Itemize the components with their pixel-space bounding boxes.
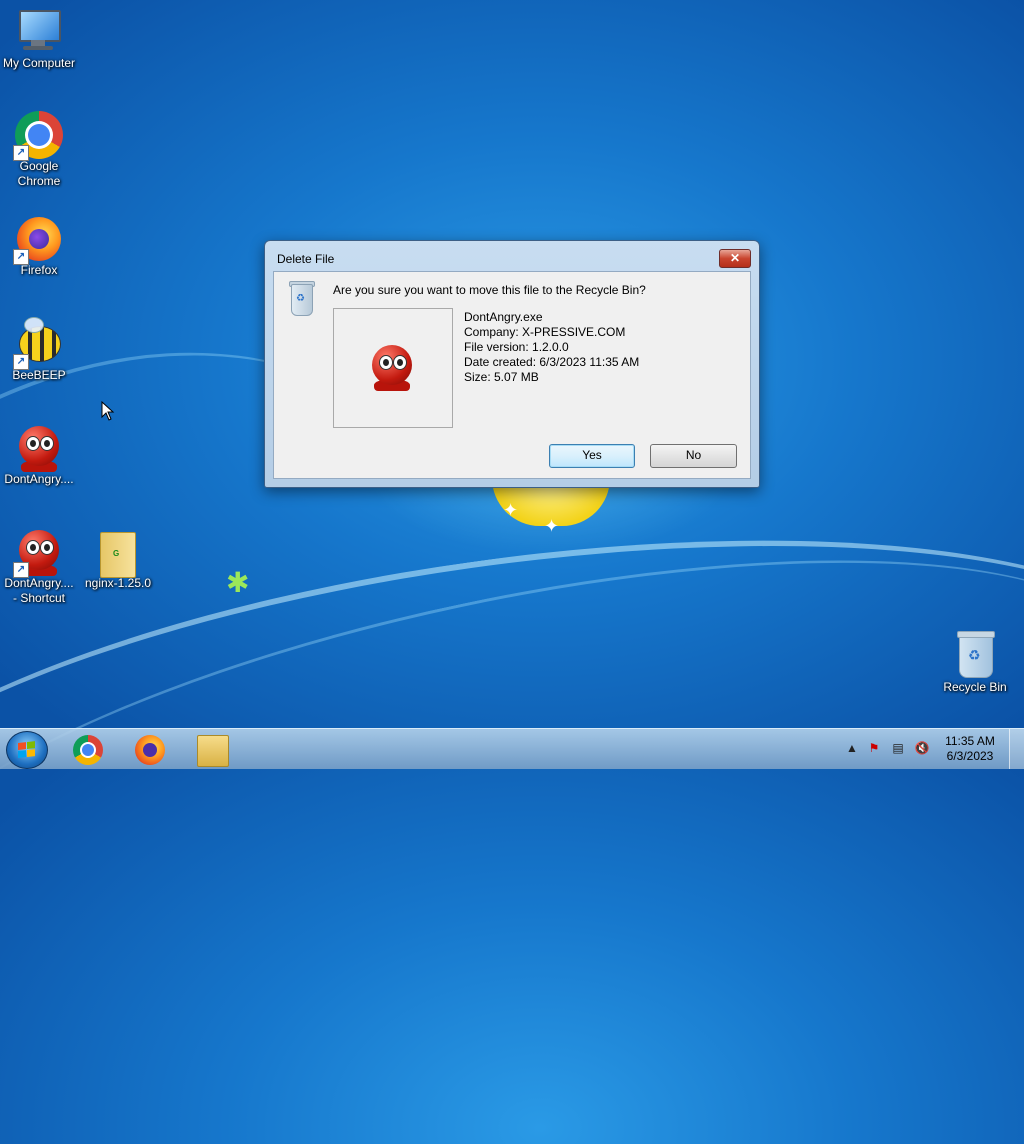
file-info: DontAngry.exe Company: X-PRESSIVE.COM Fi…: [464, 310, 639, 385]
shortcut-arrow-icon: ↗: [13, 354, 29, 370]
file-name: DontAngry.exe: [464, 310, 543, 324]
no-button[interactable]: No: [650, 444, 737, 468]
chrome-icon: [73, 735, 103, 765]
shortcut-arrow-icon: ↗: [13, 145, 29, 161]
desktop-icon-label: Google Chrome: [17, 159, 61, 188]
desktop-icon-label: BeeBEEP: [12, 368, 66, 382]
windows-logo-icon: [18, 741, 36, 759]
confirmation-question: Are you sure you want to move this file …: [333, 283, 646, 297]
taskbar-explorer[interactable]: [188, 733, 236, 767]
desktop-icon-label: Recycle Bin: [943, 680, 1007, 694]
desktop-icon-google-chrome[interactable]: ↗ Google Chrome: [1, 111, 77, 189]
wallpaper-sparkle: ✦: [544, 516, 560, 536]
volume-muted-icon[interactable]: 🔇: [914, 739, 930, 757]
dontangry-icon: [372, 345, 412, 391]
dontangry-icon: [15, 424, 63, 472]
firefox-icon: [135, 735, 165, 765]
desktop-icon-label: DontAngry.... - Shortcut: [4, 576, 74, 605]
network-icon[interactable]: ▤: [890, 739, 906, 757]
wallpaper-sparkle: ✦: [503, 500, 519, 520]
file-company: Company: X-PRESSIVE.COM: [464, 325, 626, 339]
yes-button[interactable]: Yes: [549, 444, 635, 468]
desktop-icon-dontangry[interactable]: DontAngry....: [1, 424, 77, 487]
taskbar-firefox[interactable]: [126, 733, 174, 765]
desktop-icon-label: nginx-1.25.0: [84, 576, 152, 590]
file-version: File version: 1.2.0.0: [464, 340, 569, 354]
desktop-icon-beebeep[interactable]: ↗ BeeBEEP: [1, 317, 77, 383]
shortcut-arrow-icon: ↗: [13, 249, 29, 265]
chrome-icon: ↗: [13, 111, 63, 161]
desktop-icon-nginx-folder[interactable]: nginx-1.25.0: [80, 528, 156, 591]
recycle-bin-icon: [951, 631, 999, 680]
computer-icon: [15, 8, 63, 56]
folder-icon: [94, 528, 142, 578]
dontangry-icon: ↗: [13, 528, 63, 578]
dialog-title: Delete File: [277, 252, 335, 266]
desktop-icon-label: Firefox: [20, 263, 58, 277]
taskbar: ▲ ⚑ ▤ 🔇 11:35 AM 6/3/2023: [0, 728, 1024, 769]
recycle-bin-icon: [288, 280, 315, 316]
desktop-icon-firefox[interactable]: ↗ Firefox: [1, 215, 77, 278]
dialog-body: Are you sure you want to move this file …: [273, 271, 751, 479]
file-size: Size: 5.07 MB: [464, 370, 539, 384]
taskbar-chrome[interactable]: [64, 733, 112, 765]
desktop-icon-label: DontAngry....: [4, 472, 74, 486]
file-preview: [333, 308, 453, 428]
start-button[interactable]: [6, 731, 48, 769]
explorer-folder-icon: [197, 735, 229, 767]
action-center-flag-icon[interactable]: ⚑: [866, 739, 882, 757]
desktop-icon-recycle-bin[interactable]: Recycle Bin: [937, 631, 1013, 695]
shortcut-arrow-icon: ↗: [13, 562, 29, 578]
file-date-created: Date created: 6/3/2023 11:35 AM: [464, 355, 640, 369]
delete-file-dialog: Delete File ✕ Are you sure you want to m…: [264, 240, 760, 488]
desktop-icon-dontangry-shortcut[interactable]: ↗ DontAngry.... - Shortcut: [1, 528, 77, 606]
close-button[interactable]: ✕: [719, 249, 751, 268]
clock-time: 11:35 AM: [945, 734, 995, 748]
clock-date: 6/3/2023: [946, 749, 994, 763]
taskbar-clock[interactable]: 11:35 AM 6/3/2023: [940, 734, 1000, 764]
show-desktop-button[interactable]: [1009, 729, 1024, 769]
bee-icon: ↗: [13, 317, 63, 370]
desktop-icon-label: My Computer: [2, 56, 76, 70]
firefox-icon: ↗: [13, 215, 63, 265]
wallpaper-leaf: ✱: [226, 567, 250, 598]
show-hidden-icons-button[interactable]: ▲: [844, 739, 860, 757]
desktop-icon-my-computer[interactable]: My Computer: [1, 8, 77, 71]
